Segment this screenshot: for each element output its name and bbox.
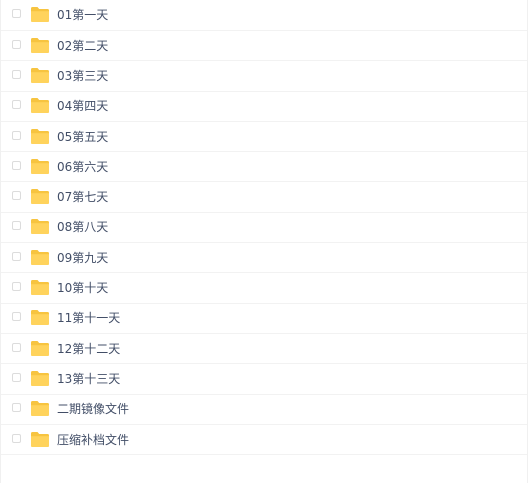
row-checkbox[interactable] — [12, 39, 21, 49]
file-name[interactable]: 09第九天 — [57, 249, 108, 266]
list-item[interactable]: 08第八天 — [1, 213, 527, 244]
file-name[interactable]: 03第三天 — [57, 67, 108, 84]
row-checkbox[interactable] — [12, 282, 21, 292]
list-item[interactable]: 04第四天 — [1, 92, 527, 122]
folder-icon — [31, 310, 49, 326]
list-item[interactable]: 13第十三天 — [1, 364, 527, 395]
file-name[interactable]: 02第二天 — [57, 37, 108, 54]
folder-icon — [31, 67, 49, 83]
row-checkbox[interactable] — [12, 342, 21, 352]
list-item[interactable]: 06第六天 — [1, 152, 527, 183]
file-name[interactable]: 压缩补档文件 — [57, 431, 129, 448]
file-list: 01第一天 02第二天 03第三天 04第四天 05第五天 06第六天 07第七… — [0, 0, 528, 483]
row-checkbox[interactable] — [12, 191, 21, 201]
folder-icon — [31, 431, 49, 447]
folder-icon — [31, 219, 49, 235]
file-name[interactable]: 08第八天 — [57, 219, 108, 236]
list-item[interactable]: 二期镜像文件 — [1, 395, 527, 425]
folder-icon — [31, 340, 49, 356]
folder-icon — [31, 7, 49, 22]
folder-icon — [31, 158, 49, 174]
list-item[interactable]: 05第五天 — [1, 122, 527, 153]
row-checkbox[interactable] — [12, 433, 21, 443]
list-item[interactable]: 压缩补档文件 — [1, 425, 527, 456]
list-item[interactable]: 03第三天 — [1, 61, 527, 92]
row-checkbox[interactable] — [12, 251, 21, 261]
row-checkbox[interactable] — [12, 100, 21, 110]
list-item[interactable]: 11第十一天 — [1, 304, 527, 334]
folder-icon — [31, 128, 49, 144]
row-checkbox[interactable] — [12, 403, 21, 413]
row-checkbox[interactable] — [12, 160, 21, 170]
folder-icon — [31, 401, 49, 417]
row-checkbox[interactable] — [12, 9, 21, 18]
list-item[interactable]: 09第九天 — [1, 243, 527, 274]
row-checkbox[interactable] — [12, 69, 21, 79]
file-name[interactable]: 二期镜像文件 — [57, 400, 129, 417]
folder-icon — [31, 249, 49, 265]
file-name[interactable]: 12第十二天 — [57, 340, 120, 357]
file-name[interactable]: 01第一天 — [57, 6, 108, 23]
folder-icon — [31, 98, 49, 114]
file-name[interactable]: 05第五天 — [57, 128, 108, 145]
list-item[interactable]: 12第十二天 — [1, 334, 527, 365]
folder-icon — [31, 370, 49, 386]
folder-icon — [31, 280, 49, 296]
list-item[interactable]: 02第二天 — [1, 31, 527, 62]
folder-icon — [31, 189, 49, 205]
file-name[interactable]: 07第七天 — [57, 188, 108, 205]
row-checkbox[interactable] — [12, 221, 21, 231]
list-item[interactable]: 10第十天 — [1, 273, 527, 304]
file-name[interactable]: 11第十一天 — [57, 309, 120, 326]
row-checkbox[interactable] — [12, 312, 21, 322]
list-item[interactable]: 01第一天 — [1, 0, 527, 31]
row-checkbox[interactable] — [12, 130, 21, 140]
row-checkbox[interactable] — [12, 372, 21, 382]
file-name[interactable]: 10第十天 — [57, 279, 108, 296]
list-item[interactable]: 07第七天 — [1, 182, 527, 213]
file-name[interactable]: 04第四天 — [57, 97, 108, 114]
file-name[interactable]: 13第十三天 — [57, 370, 120, 387]
file-name[interactable]: 06第六天 — [57, 158, 108, 175]
folder-icon — [31, 37, 49, 53]
